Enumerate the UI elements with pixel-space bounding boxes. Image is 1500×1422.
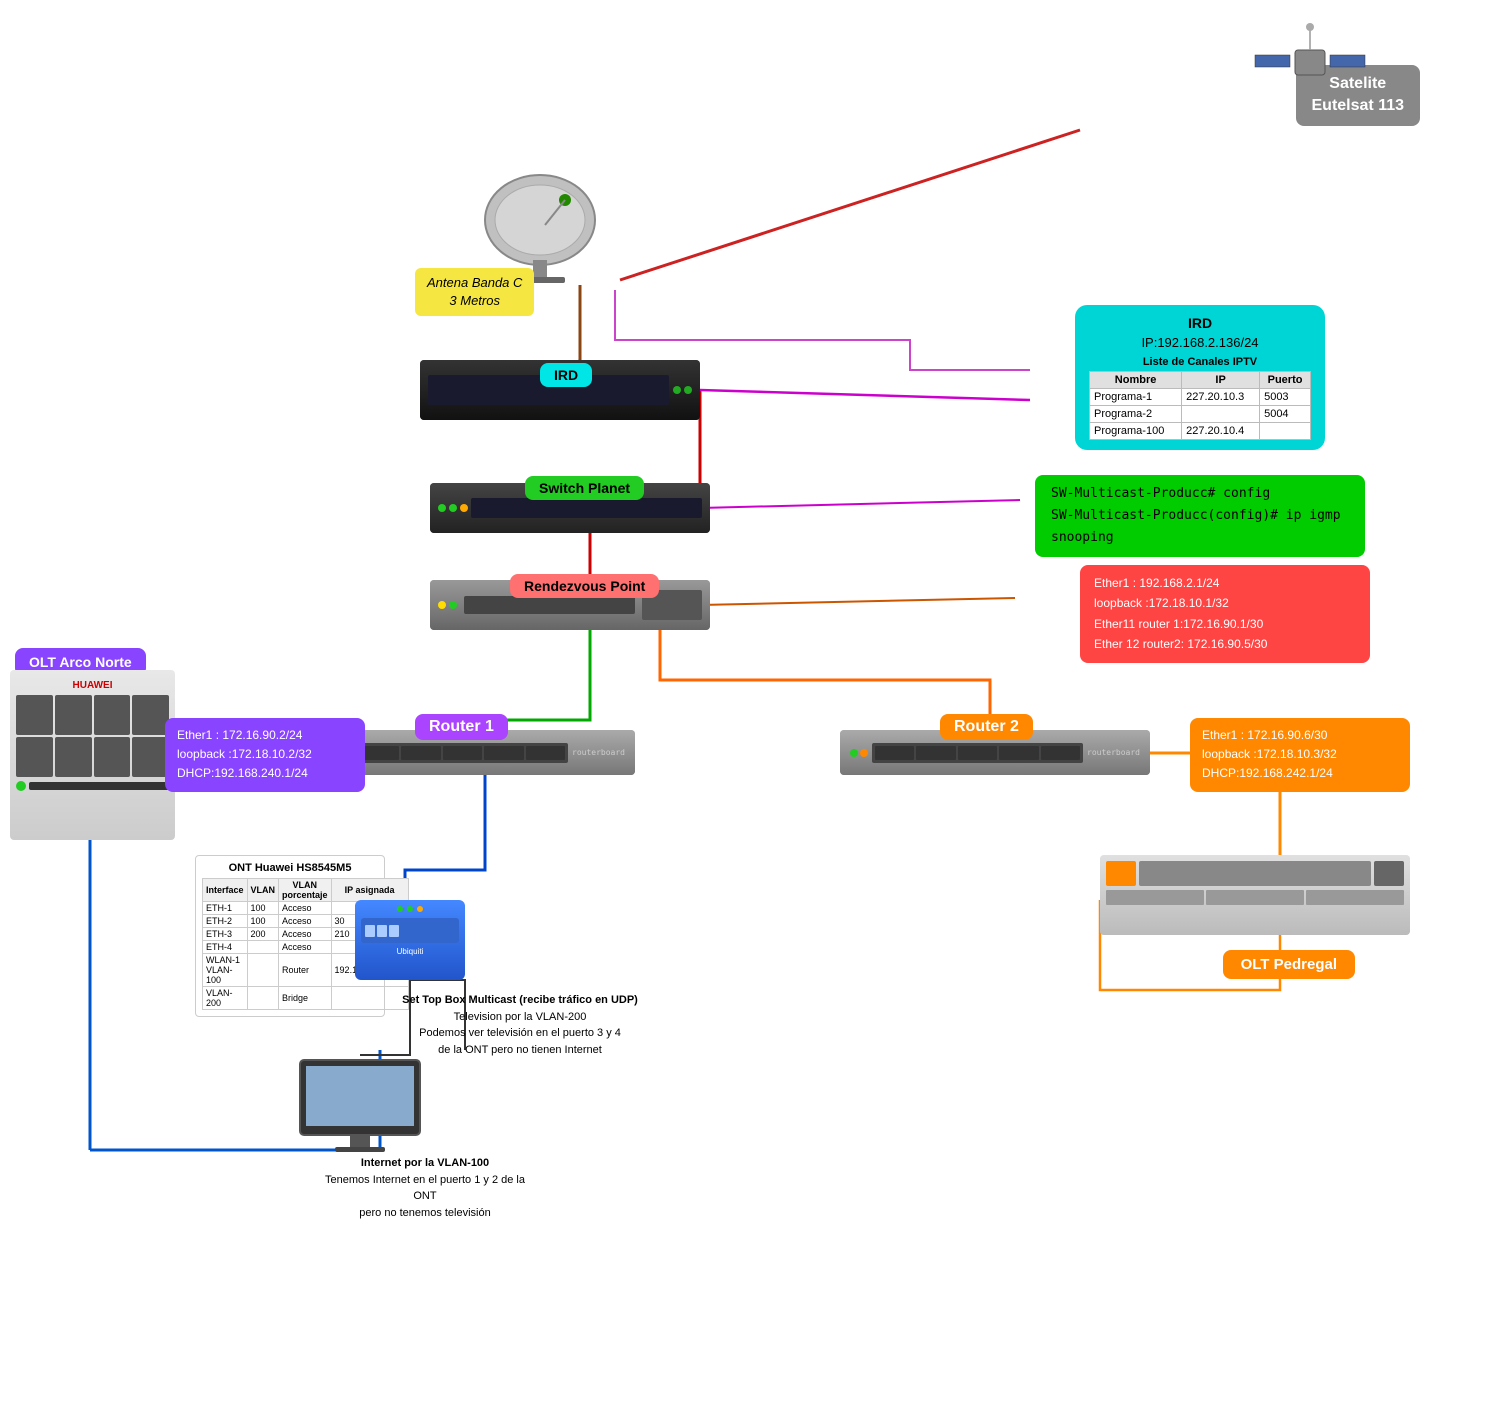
olt-pedregal-label: OLT Pedregal (1223, 950, 1355, 979)
rp-label: Rendezvous Point (510, 574, 659, 598)
sw-multicast-box: SW-Multicast-Producc# config SW-Multicas… (1035, 475, 1365, 557)
antena-label: Antena Banda C 3 Metros (415, 268, 534, 316)
satellite-icon (1250, 15, 1370, 115)
router2-info: Ether1 : 172.16.90.6/30 loopback :172.18… (1190, 718, 1410, 792)
olt-arco-device: HUAWEI (10, 670, 175, 840)
router1-info: Ether1 : 172.16.90.2/24 loopback :172.18… (165, 718, 365, 792)
switch-planet-label: Switch Planet (525, 476, 644, 500)
ird-info-box: IRD IP:192.168.2.136/24 Liste de Canales… (1075, 305, 1325, 450)
ont-device: Ubiquiti (355, 900, 465, 980)
dish-icon (475, 165, 615, 285)
diagram-container: Satelite Eutelsat 113 Antena Banda C 3 M… (0, 0, 1500, 1422)
stb-label: Set Top Box Multicast (recibe tráfico en… (395, 992, 645, 1058)
internet-label: Internet por la VLAN-100 Tenemos Interne… (315, 1155, 535, 1221)
table-row: Programa-100 227.20.10.4 (1090, 423, 1311, 440)
rp-info-box: Ether1 : 192.168.2.1/24 loopback :172.18… (1080, 565, 1370, 663)
olt-pedregal-device (1100, 855, 1410, 935)
router2-label: Router 2 (940, 714, 1033, 740)
monitor-icon (290, 1055, 430, 1155)
connection-lines (0, 0, 1500, 1422)
ird-device-label: IRD (540, 363, 592, 387)
table-row: Programa-2 5004 (1090, 406, 1311, 423)
ird-channels-table: Nombre IP Puerto Programa-1 227.20.10.3 … (1089, 371, 1311, 440)
router1-label: Router 1 (415, 714, 508, 740)
table-row: Programa-1 227.20.10.3 5003 (1090, 389, 1311, 406)
table-row: VLAN-200 Bridge (203, 987, 409, 1010)
